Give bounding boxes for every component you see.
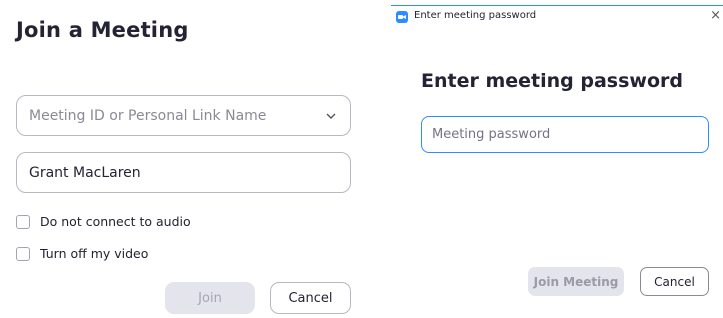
name-value: Grant MacLaren	[29, 164, 141, 181]
chevron-down-icon[interactable]	[324, 109, 338, 123]
video-option[interactable]: Turn off my video	[16, 246, 148, 261]
join-button[interactable]: Join	[165, 282, 255, 314]
password-heading: Enter meeting password	[421, 70, 683, 92]
password-input[interactable]: Meeting password	[421, 116, 709, 153]
audio-option[interactable]: Do not connect to audio	[16, 214, 191, 229]
zoom-app-icon	[396, 11, 408, 23]
video-checkbox-label: Turn off my video	[40, 246, 149, 261]
join-meeting-dialog: Join a Meeting Meeting ID or Personal Li…	[0, 0, 370, 318]
join-meeting-button[interactable]: Join Meeting	[528, 267, 624, 296]
page-title: Join a Meeting	[16, 18, 189, 42]
cancel-button[interactable]: Cancel	[270, 282, 351, 314]
password-cancel-button[interactable]: Cancel	[640, 267, 709, 296]
window-title: Enter meeting password	[414, 10, 537, 21]
password-placeholder: Meeting password	[432, 127, 551, 142]
audio-checkbox[interactable]	[16, 214, 30, 229]
name-input[interactable]: Grant MacLaren	[16, 152, 351, 193]
window-titlebar: Enter meeting password ×	[391, 6, 723, 28]
password-dialog: Enter meeting password × Enter meeting p…	[391, 5, 723, 318]
video-checkbox[interactable]	[16, 246, 30, 261]
meeting-id-placeholder: Meeting ID or Personal Link Name	[29, 107, 267, 124]
meeting-id-input[interactable]: Meeting ID or Personal Link Name	[16, 95, 351, 136]
close-icon[interactable]: ×	[710, 8, 721, 23]
audio-checkbox-label: Do not connect to audio	[40, 214, 191, 229]
